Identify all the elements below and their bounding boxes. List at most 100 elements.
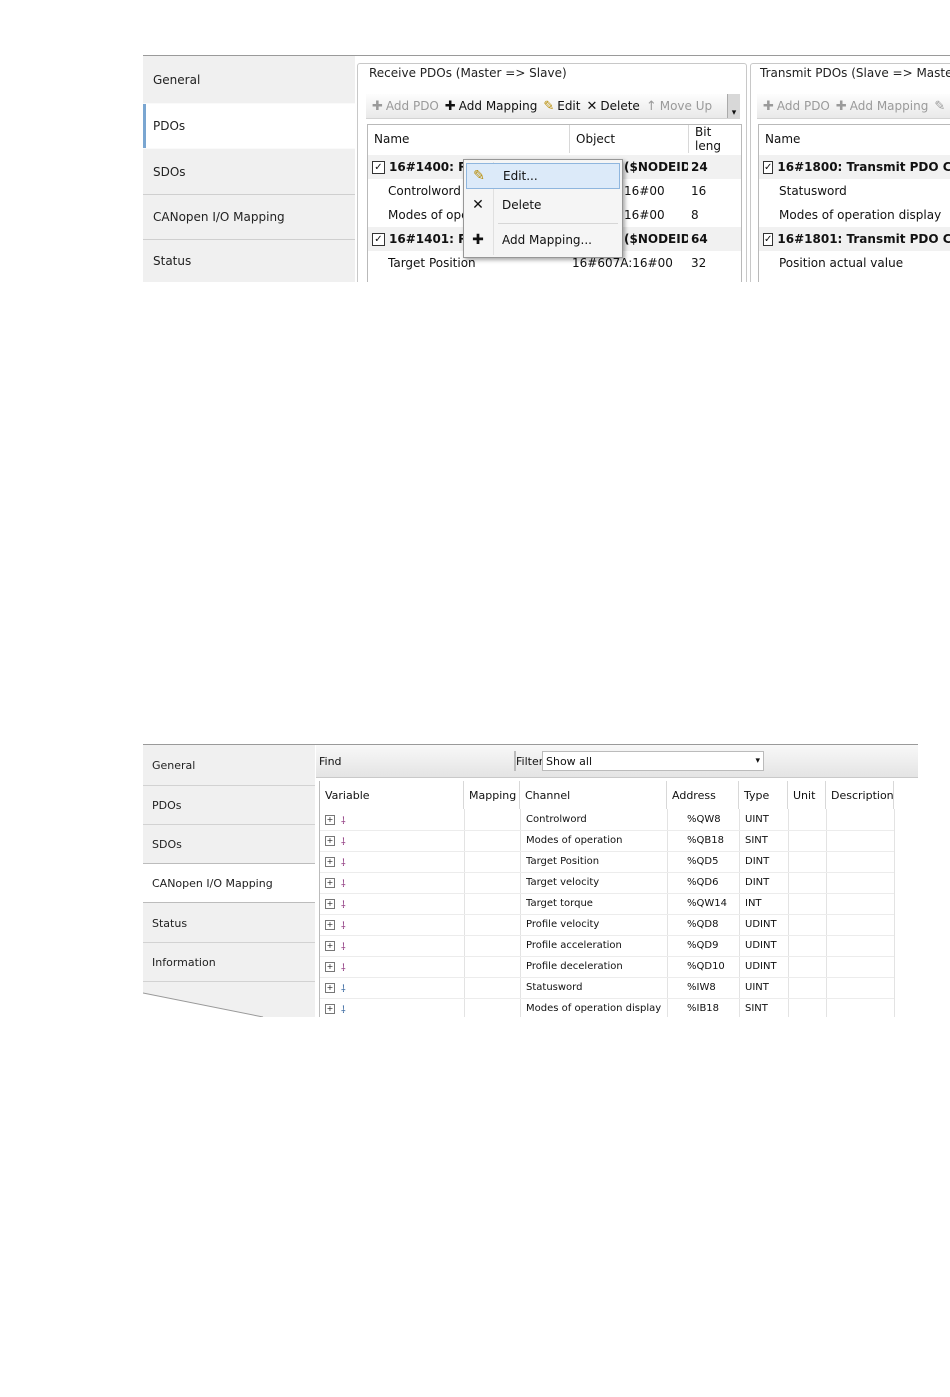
column-header-channel[interactable]: Channel — [520, 781, 667, 809]
table-row[interactable]: + ⸸ Profile acceleration %QD9 UDINT — [320, 935, 894, 957]
expand-icon[interactable]: + — [325, 856, 335, 867]
table-row[interactable]: + ⸸ Target velocity %QD6 DINT — [320, 872, 894, 894]
menu-separator — [498, 223, 618, 224]
nav-tab-general[interactable]: General — [143, 745, 315, 785]
column-header-type[interactable]: Type — [739, 781, 788, 809]
io-mapping-screenshot: General PDOs SDOs CANopen I/O Mapping St… — [143, 744, 918, 1017]
checkbox-checked-icon[interactable]: ✓ — [372, 160, 385, 174]
column-header-unit[interactable]: Unit — [788, 781, 826, 809]
edit-button[interactable]: ✎ Edit — [543, 99, 580, 114]
toolbar-overflow-button[interactable]: ▾ — [727, 94, 740, 118]
column-header-bit-length[interactable]: Bit leng — [689, 125, 741, 153]
receive-pdos-toolbar: ✚ Add PDO ✚ Add Mapping ✎ Edit ✕ Delete ↑ Mov… — [366, 94, 740, 119]
column-header-mapping[interactable]: Mapping — [464, 781, 520, 809]
nav-tab-sdos[interactable]: SDOs — [143, 825, 315, 863]
receive-pdos-title: Receive PDOs (Master => Slave) — [365, 66, 571, 80]
menu-item-edit[interactable]: ✎ Edit... — [466, 163, 620, 189]
column-header-name[interactable]: Name — [368, 125, 570, 153]
expand-icon[interactable]: + — [325, 982, 335, 993]
expand-icon[interactable]: + — [325, 1003, 335, 1014]
column-divider — [894, 809, 895, 1017]
edit-button[interactable]: ✎ — [934, 99, 948, 114]
expand-icon[interactable]: + — [325, 814, 335, 825]
nav-tab-pdos[interactable]: PDOs — [143, 104, 355, 148]
arrow-up-icon: ↑ — [645, 98, 657, 114]
chevron-down-icon: ▾ — [731, 108, 737, 118]
expand-icon[interactable]: + — [325, 898, 335, 909]
table-row[interactable]: + ⸸ Controlword %QW8 UINT — [320, 809, 894, 831]
nav-tab-pdos[interactable]: PDOs — [143, 786, 315, 824]
find-field[interactable]: Find — [316, 751, 514, 771]
table-row[interactable]: + ⸸ Target Position %QD5 DINT — [320, 851, 894, 873]
device-nav-panel: General PDOs SDOs CANopen I/O Mapping St… — [143, 56, 355, 282]
table-row[interactable]: Modes of operation display — [759, 203, 950, 227]
output-variable-icon: ⸸ — [341, 899, 346, 911]
nav-tab-general[interactable]: General — [143, 56, 355, 103]
expand-icon[interactable]: + — [325, 877, 335, 888]
output-variable-icon: ⸸ — [341, 815, 346, 827]
table-row[interactable]: Statusword — [759, 179, 950, 203]
edit-icon: ✎ — [934, 98, 946, 114]
edit-icon: ✎ — [543, 98, 555, 114]
transmit-pdos-grid: Name ✓ 16#1800: Transmit PDO Co Statuswor… — [758, 124, 950, 282]
add-pdo-button[interactable]: ✚ Add PDO — [763, 99, 830, 114]
pdo-editor-screenshot: General PDOs SDOs CANopen I/O Mapping St… — [143, 55, 950, 282]
io-mapping-table: Variable Mapping Channel Address Type Un… — [319, 781, 918, 1017]
add-pdo-button[interactable]: ✚ Add PDO — [372, 99, 439, 114]
filter-label: Filter — [516, 755, 544, 768]
column-header-description[interactable]: Description — [826, 781, 894, 809]
table-row[interactable]: ✓ 16#1800: Transmit PDO Co — [759, 155, 950, 179]
output-variable-icon: ⸸ — [341, 857, 346, 869]
delete-button[interactable]: ✕ Delete — [586, 99, 639, 114]
output-variable-icon: ⸸ — [341, 962, 346, 974]
chevron-down-icon: ▾ — [755, 756, 760, 766]
column-header-variable[interactable]: Variable — [320, 781, 464, 809]
expand-icon[interactable]: + — [325, 961, 335, 972]
menu-item-add-mapping[interactable]: ✚ Add Mapping... — [466, 227, 620, 253]
output-variable-icon: ⸸ — [341, 920, 346, 932]
device-nav-panel: General PDOs SDOs CANopen I/O Mapping St… — [143, 745, 315, 1017]
menu-item-delete[interactable]: ✕ Delete — [466, 192, 620, 218]
table-row[interactable]: + ⸸ Profile velocity %QD8 UDINT — [320, 914, 894, 936]
move-up-button[interactable]: ↑ Move Up — [646, 99, 712, 114]
output-variable-icon: ⸸ — [341, 941, 346, 953]
output-variable-icon: ⸸ — [341, 878, 346, 890]
transmit-pdos-toolbar: ✚ Add PDO ✚ Add Mapping ✎ — [757, 94, 950, 119]
table-row[interactable]: + ⸸ Target torque %QW14 INT — [320, 893, 894, 915]
input-variable-icon: ⸸ — [341, 1004, 346, 1016]
table-row[interactable]: + ⸸ Profile deceleration %QD10 UDINT — [320, 956, 894, 978]
add-icon: ✚ — [444, 98, 456, 114]
column-header-object[interactable]: Object — [570, 125, 689, 153]
add-icon: ✚ — [763, 98, 774, 114]
table-row[interactable]: ✓ 16#1801: Transmit PDO Co — [759, 227, 950, 251]
column-header-name[interactable]: Name — [759, 125, 950, 153]
transmit-pdos-title: Transmit PDOs (Slave => Master) — [756, 66, 950, 80]
nav-tab-sdos[interactable]: SDOs — [143, 149, 355, 194]
add-mapping-button[interactable]: ✚ Add Mapping — [445, 99, 537, 114]
delete-icon: ✕ — [472, 197, 484, 213]
nav-tab-information[interactable]: Information — [143, 943, 315, 981]
output-variable-icon: ⸸ — [341, 836, 346, 848]
nav-tab-canopen-io-mapping[interactable]: CANopen I/O Mapping — [143, 863, 315, 903]
checkbox-checked-icon[interactable]: ✓ — [763, 232, 774, 246]
column-header-address[interactable]: Address — [667, 781, 739, 809]
add-icon: ✚ — [835, 98, 847, 114]
expand-icon[interactable]: + — [325, 940, 335, 951]
checkbox-checked-icon[interactable]: ✓ — [372, 232, 385, 246]
delete-icon: ✕ — [586, 98, 598, 114]
add-icon: ✚ — [472, 232, 484, 248]
find-filter-bar: Find Filter Show all ▾ — [316, 745, 918, 778]
nav-tab-canopen-io-mapping[interactable]: CANopen I/O Mapping — [143, 195, 355, 239]
filter-select[interactable]: Show all ▾ — [542, 751, 764, 771]
add-mapping-button[interactable]: ✚ Add Mapping — [836, 99, 928, 114]
torn-edge — [143, 992, 264, 1017]
expand-icon[interactable]: + — [325, 919, 335, 930]
nav-tab-status[interactable]: Status — [143, 240, 355, 282]
checkbox-checked-icon[interactable]: ✓ — [763, 160, 774, 174]
table-row[interactable]: + ⸸ Statusword %IW8 UINT — [320, 977, 894, 999]
expand-icon[interactable]: + — [325, 835, 335, 846]
table-row[interactable]: + ⸸ Modes of operation %QB18 SINT — [320, 830, 894, 852]
table-row[interactable]: Position actual value — [759, 251, 950, 275]
nav-tab-status[interactable]: Status — [143, 904, 315, 942]
table-row[interactable]: + ⸸ Modes of operation display %IB18 SINT — [320, 998, 894, 1017]
